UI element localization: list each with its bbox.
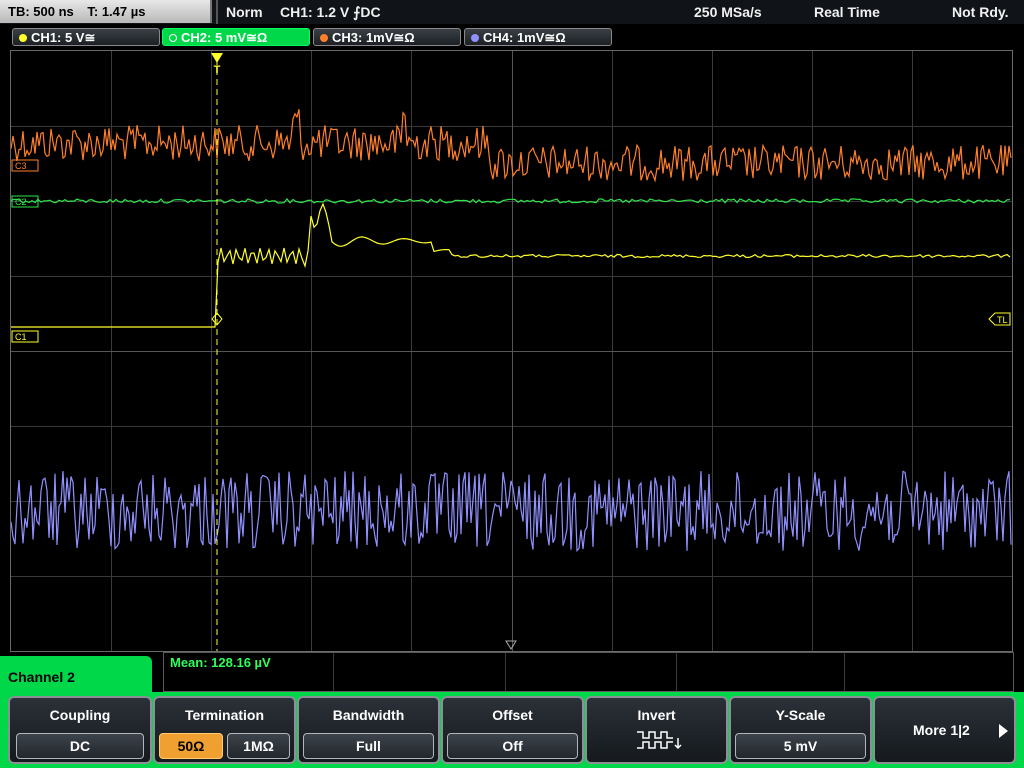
channel-tab-ch1[interactable]: CH1: 5 V≅	[12, 28, 160, 46]
trigger-position-marker[interactable]	[211, 53, 223, 63]
measurement-readout: Mean: 128.16 µV	[170, 655, 271, 670]
invert-softkey[interactable]: Invert	[585, 696, 728, 764]
y-scale-title: Y-Scale	[775, 707, 826, 723]
timebase-value: TB: 500 ns	[8, 4, 74, 19]
ch1-color-dot	[19, 34, 27, 42]
y-scale-value[interactable]: 5 mV	[735, 733, 866, 759]
measurement-divider	[505, 653, 506, 691]
ch2-marker-label: C2	[15, 197, 27, 207]
waveform-display[interactable]: T C3 C2 C1 TL	[10, 50, 1013, 652]
softkey-bar: Coupling DC Termination 50Ω 1MΩ Bandwidt…	[0, 692, 1024, 768]
channel-tab-ch4[interactable]: CH4: 1mV≅Ω	[464, 28, 612, 46]
ch1-marker-label: C1	[15, 332, 27, 342]
offset-softkey[interactable]: Offset Off	[441, 696, 584, 764]
measurement-divider	[333, 653, 334, 691]
channel-label: CH3: 1mV≅Ω	[332, 30, 415, 45]
bandwidth-title: Bandwidth	[332, 707, 405, 723]
acquisition-mode[interactable]: Real Time	[814, 0, 880, 24]
trigger-level-marker[interactable]: TL	[988, 312, 1011, 326]
offset-title: Offset	[492, 707, 533, 723]
channel-tab-ch3[interactable]: CH3: 1mV≅Ω	[313, 28, 461, 46]
invert-waveform-icon	[637, 731, 682, 750]
channel-label: CH4: 1mV≅Ω	[483, 30, 566, 45]
trigger-level-label: TL	[997, 315, 1008, 325]
ch3-marker-label: C3	[15, 161, 27, 171]
ch3-ground-marker[interactable]: C3	[11, 159, 39, 172]
ch3-waveform	[11, 109, 1012, 183]
coupling-title: Coupling	[49, 707, 111, 723]
bandwidth-softkey[interactable]: Bandwidth Full	[297, 696, 440, 764]
bandwidth-value[interactable]: Full	[303, 733, 434, 759]
menu-title: Channel 2	[8, 669, 75, 685]
timebase-readout[interactable]: TB: 500 ns T: 1.47 µs	[0, 0, 212, 23]
status-divider	[216, 0, 218, 24]
coupling-value[interactable]: DC	[16, 733, 144, 759]
ch1-waveform	[11, 202, 1011, 328]
y-scale-softkey[interactable]: Y-Scale 5 mV	[729, 696, 872, 764]
termination-softkey[interactable]: Termination 50Ω 1MΩ	[153, 696, 296, 764]
more-softkey[interactable]: More 1|2	[873, 696, 1016, 764]
trigger-mode[interactable]: Norm	[226, 0, 263, 24]
ch4-waveform	[11, 470, 1012, 553]
waveform-traces	[11, 109, 1012, 553]
sample-rate: 250 MSa/s	[694, 4, 762, 20]
ch4-color-dot	[471, 34, 479, 42]
waveform-canvas: T C3 C2 C1 TL	[11, 51, 1012, 651]
more-label: More 1|2	[913, 722, 970, 738]
ch3-color-dot	[320, 34, 328, 42]
run-state: Not Rdy.	[952, 4, 1009, 20]
chevron-right-icon	[999, 724, 1008, 738]
channel-label: CH2: 5 mV≅Ω	[181, 30, 268, 45]
horizontal-reference-icon[interactable]	[505, 640, 517, 650]
termination-1m-ohm-option[interactable]: 1MΩ	[227, 733, 290, 759]
measurement-divider	[844, 653, 845, 691]
trigger-time-value: T: 1.47 µs	[87, 4, 146, 19]
termination-title: Termination	[184, 707, 265, 723]
status-bar: TB: 500 ns T: 1.47 µs Norm CH1: 1.2 V ⨍D…	[0, 0, 1024, 24]
channel-tab-ch2[interactable]: CH2: 5 mV≅Ω	[162, 28, 310, 46]
measurement-bar[interactable]: Mean: 128.16 µV	[163, 652, 1014, 692]
trigger-position-label: T	[214, 64, 221, 76]
ch2-color-dot	[169, 34, 177, 42]
termination-50-ohm-option[interactable]: 50Ω	[159, 733, 223, 759]
trigger-source[interactable]: CH1: 1.2 V ⨍DC	[280, 0, 381, 24]
measurement-divider	[676, 653, 677, 691]
offset-value[interactable]: Off	[447, 733, 578, 759]
coupling-softkey[interactable]: Coupling DC	[8, 696, 152, 764]
channel-bar: CH1: 5 V≅ CH2: 5 mV≅Ω CH3: 1mV≅Ω CH4: 1m…	[0, 24, 1024, 49]
ch1-ground-marker[interactable]: C1	[11, 330, 39, 343]
channel-label: CH1: 5 V≅	[31, 30, 96, 45]
invert-title: Invert	[637, 707, 676, 723]
